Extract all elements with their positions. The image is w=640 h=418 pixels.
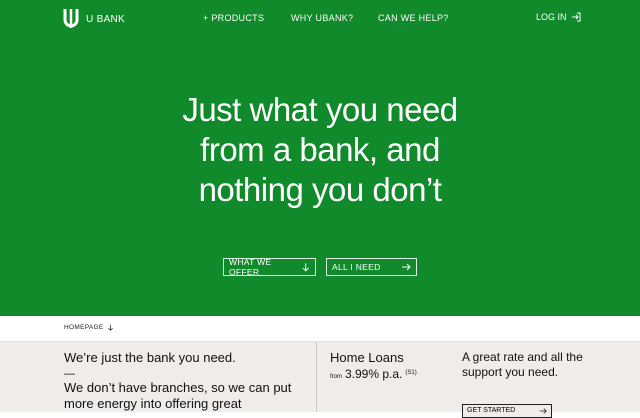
content-section: We’re just the bank you need. — We don’t… [0, 342, 640, 412]
breadcrumb-homepage: HOMEPAGE [64, 324, 104, 331]
breadcrumb-bar: HOMEPAGE [0, 316, 640, 342]
arrow-down-icon [108, 324, 114, 331]
home-loans-rate: from 3.99% p.a. (S1) [330, 367, 417, 381]
intro-dash: — [64, 368, 75, 380]
column-divider [316, 342, 317, 412]
login-link[interactable]: LOG IN [536, 12, 581, 22]
get-started-button[interactable]: GET STARTED [462, 404, 552, 418]
hero-section: U BANK + PRODUCTS WHY UBANK? CAN WE HELP… [0, 0, 640, 316]
what-we-offer-label: WHAT WE OFFER [229, 257, 272, 277]
arrow-right-icon [539, 408, 547, 414]
headline-line-1: Just what you need [182, 91, 458, 128]
headline-line-3: nothing you don’t [198, 171, 442, 208]
all-i-need-button[interactable]: ALL I NEED [326, 258, 417, 276]
rate-footnote[interactable]: (S1) [405, 370, 416, 376]
ubank-logo-icon [63, 9, 79, 28]
headline-line-2: from a bank, and [200, 131, 440, 168]
support-text: A great rate and all the support you nee… [462, 350, 583, 379]
hero-headline: Just what you need from a bank, and noth… [0, 90, 640, 210]
home-loans-title[interactable]: Home Loans [330, 350, 404, 365]
what-we-offer-button[interactable]: WHAT WE OFFER [223, 257, 316, 277]
intro-title: We’re just the bank you need. [64, 350, 236, 365]
login-label: LOG IN [536, 12, 567, 22]
nav-help-link[interactable]: CAN WE HELP? [378, 13, 449, 23]
nav-why-ubank-link[interactable]: WHY UBANK? [291, 13, 353, 23]
nav-products-link[interactable]: + PRODUCTS [203, 13, 264, 23]
arrow-right-icon [402, 263, 411, 271]
rate-prefix: from [330, 374, 342, 380]
brand-name: U BANK [86, 13, 126, 25]
all-i-need-label: ALL I NEED [332, 262, 381, 272]
get-started-label: GET STARTED [467, 407, 516, 414]
breadcrumb[interactable]: HOMEPAGE [64, 324, 114, 331]
intro-body: We don’t have branches, so we can put mo… [64, 380, 292, 411]
arrow-down-icon [302, 263, 309, 272]
login-icon [571, 12, 581, 22]
brand-logo[interactable]: U BANK [62, 8, 125, 30]
rate-value: 3.99% p.a. [345, 367, 403, 381]
